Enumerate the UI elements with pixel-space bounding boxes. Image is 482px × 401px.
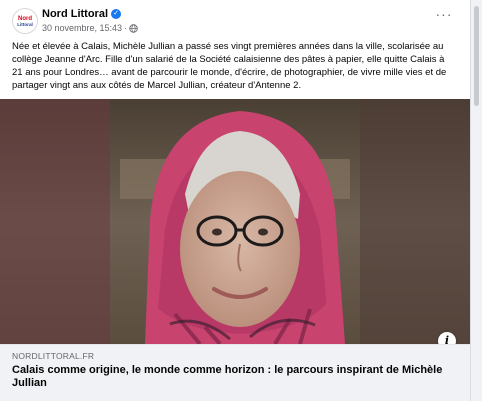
globe-icon: [129, 23, 138, 33]
author-name-label[interactable]: Nord Littoral: [42, 8, 108, 20]
author-name[interactable]: Nord Littoral ✓: [42, 8, 121, 20]
post-date[interactable]: 30 novembre, 15:43: [42, 23, 122, 33]
post-body-text: Née et élevée à Calais, Michèle Jullian …: [12, 41, 447, 91]
verified-badge-icon: ✓: [111, 9, 121, 19]
page-avatar[interactable]: Nord Littoral: [12, 8, 38, 34]
link-domain: NORDLITTORAL.FR: [12, 351, 95, 361]
more-options-icon[interactable]: ···: [434, 7, 454, 24]
meta-separator: ·: [124, 23, 128, 33]
portrait-photo: [0, 99, 470, 344]
link-preview[interactable]: NORDLITTORAL.FR Calais comme origine, le…: [0, 344, 470, 401]
svg-text:Littoral: Littoral: [17, 22, 33, 27]
link-title[interactable]: Calais comme origine, le monde comme hor…: [12, 364, 457, 390]
post-header: Nord Littoral Nord Littoral ✓ 30 novembr…: [12, 6, 458, 40]
post-card: Nord Littoral Nord Littoral ✓ 30 novembr…: [0, 0, 471, 401]
nord-littoral-logo-icon: Nord Littoral: [13, 9, 37, 33]
scrollbar-thumb[interactable]: [474, 6, 479, 106]
article-photo[interactable]: [0, 99, 470, 344]
post-meta: 30 novembre, 15:43 ·: [42, 23, 138, 33]
